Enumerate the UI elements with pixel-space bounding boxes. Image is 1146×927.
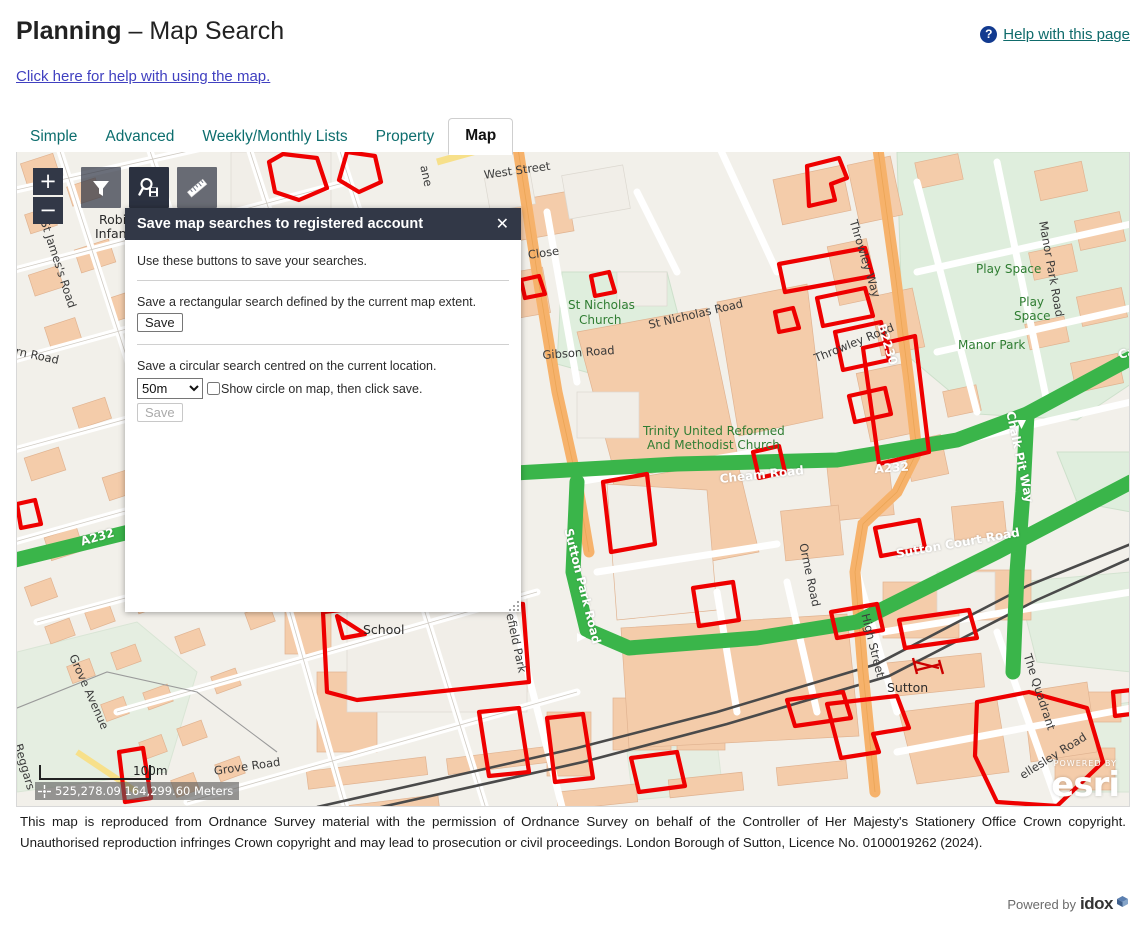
map-coordinates-readout: 525,278.09 164,299.60 Meters: [35, 782, 240, 800]
filter-button[interactable]: [81, 167, 121, 208]
page-title: Planning – Map Search: [16, 17, 284, 46]
save-map-searches-dialog[interactable]: Save map searches to registered account …: [125, 208, 521, 612]
save-search-button[interactable]: [129, 167, 169, 208]
show-circle-checkbox[interactable]: [207, 382, 220, 395]
dialog-title-bar[interactable]: Save map searches to registered account …: [125, 208, 521, 240]
magnifier-save-icon: [137, 176, 161, 200]
ordnance-survey-copyright: This map is reproduced from Ordnance Sur…: [20, 814, 1126, 850]
crosshair-icon: [38, 785, 51, 798]
rectangular-search-text: Save a rectangular search defined by the…: [137, 295, 477, 309]
map-zoom-controls: + −: [33, 168, 63, 224]
tab-simple[interactable]: Simple: [16, 122, 91, 154]
ruler-measure-icon: [185, 176, 209, 200]
show-circle-label: Show circle on map, then click save.: [221, 381, 423, 396]
help-with-page-label: Help with this page: [1003, 26, 1130, 43]
map-viewport[interactable]: St James's Road Robin Infant rn Road A232 Gro…: [16, 152, 1130, 807]
search-tabs: Simple Advanced Weekly/Monthly Lists Pro…: [16, 116, 514, 155]
esri-logo: esri: [1051, 765, 1120, 805]
circular-search-controls: 50m100m200m500m1000m Show circle on map,…: [137, 378, 509, 399]
zoom-in-button[interactable]: +: [33, 168, 63, 195]
page-title-rest: – Map Search: [121, 17, 285, 45]
tab-advanced[interactable]: Advanced: [91, 122, 188, 154]
powered-by-label: Powered by: [1007, 896, 1077, 912]
save-rectangular-search-button[interactable]: Save: [137, 313, 183, 332]
tab-map[interactable]: Map: [448, 118, 514, 155]
powered-by-idox: Powered by idox: [1007, 894, 1128, 914]
zoom-out-button[interactable]: −: [33, 197, 63, 224]
idox-cube-icon: [1117, 894, 1128, 907]
dialog-divider-1: [137, 280, 509, 281]
radius-select[interactable]: 50m100m200m500m1000m: [137, 378, 203, 399]
planning-map-search-page: Planning – Map Search ? Help with this p…: [0, 0, 1146, 927]
measure-button[interactable]: [177, 167, 217, 208]
dialog-divider-2: [137, 344, 509, 345]
idox-brand-label: idox: [1080, 894, 1113, 913]
save-circular-search-button[interactable]: Save: [137, 403, 183, 422]
dialog-title-text: Save map searches to registered account: [137, 216, 424, 232]
map-coordinates-value: 525,278.09 164,299.60 Meters: [55, 784, 234, 798]
close-x-icon[interactable]: ✕: [494, 216, 511, 232]
help-with-page-link[interactable]: ? Help with this page: [980, 26, 1130, 43]
page-header: Planning – Map Search ? Help with this p…: [0, 0, 1146, 62]
dialog-body: Use these buttons to save your searches.…: [125, 240, 521, 422]
page-title-strong: Planning: [16, 17, 122, 45]
tab-weekly-monthly-lists[interactable]: Weekly/Monthly Lists: [188, 122, 361, 154]
dialog-resize-handle[interactable]: [508, 599, 520, 611]
map-scale-label: 100m: [133, 764, 168, 778]
funnel-filter-icon: [90, 177, 112, 199]
map-toolbar: [81, 167, 217, 208]
dialog-intro-text: Use these buttons to save your searches.: [137, 254, 367, 268]
question-mark-circle-icon: ?: [980, 26, 998, 43]
map-help-link[interactable]: Click here for help with using the map.: [16, 68, 270, 85]
tab-property[interactable]: Property: [362, 122, 449, 154]
circular-search-text: Save a circular search centred on the cu…: [137, 359, 437, 373]
